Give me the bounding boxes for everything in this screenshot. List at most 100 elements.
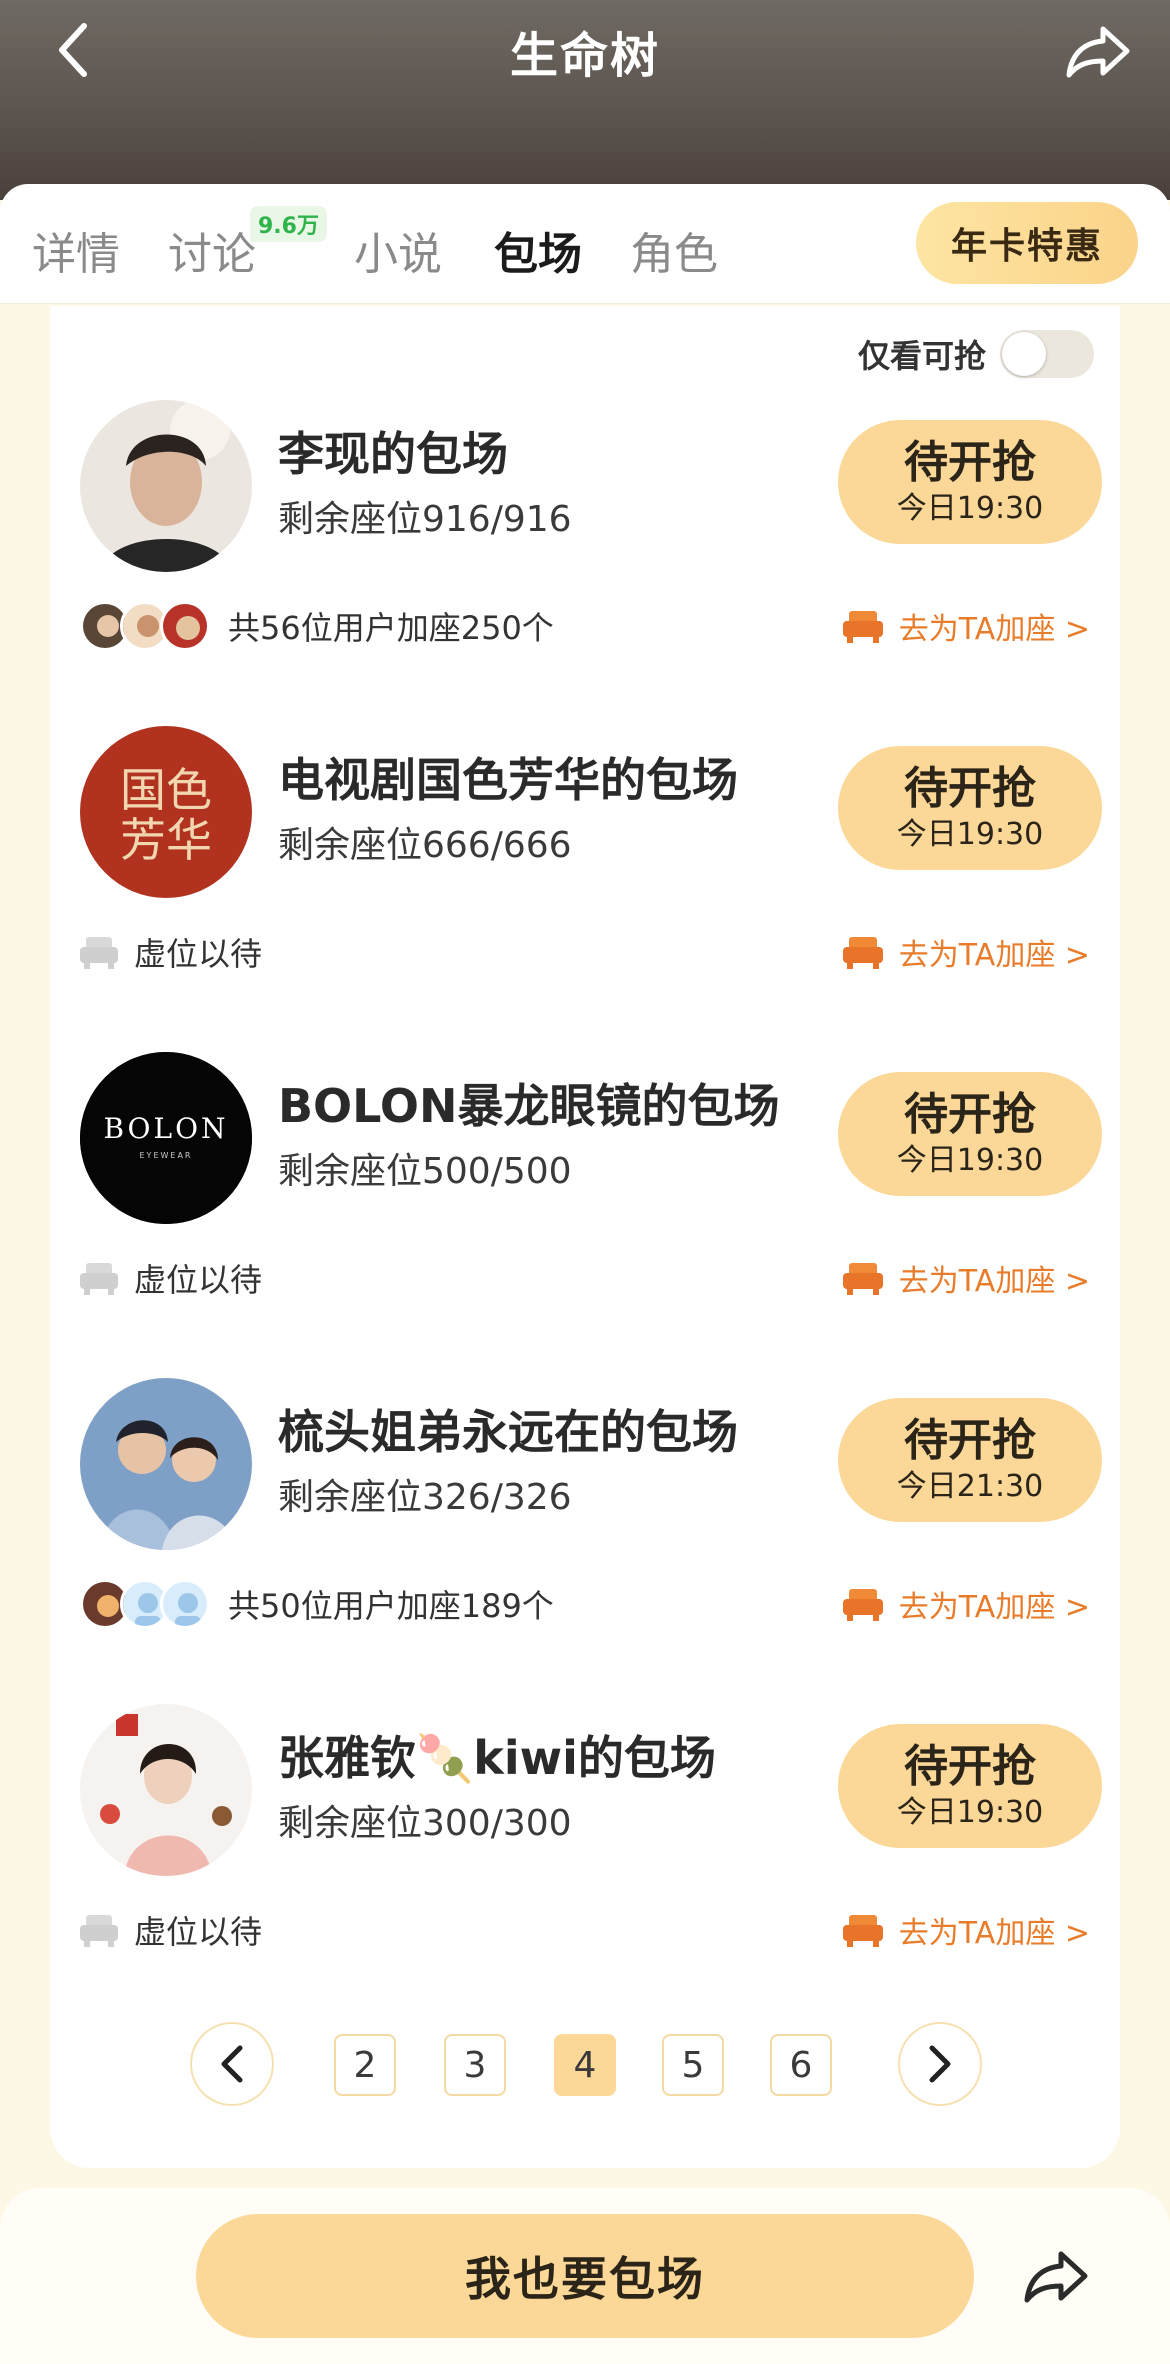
bolon-logo-sub: EYEWEAR	[140, 1151, 193, 1160]
empty-seats-row: 虚位以待	[80, 1248, 262, 1308]
booking-item: BOLON EYEWEAR BOLON暴龙眼镜的包场 剩余座位500/500 待…	[50, 1052, 1120, 1378]
tab-novel[interactable]: 小说	[354, 218, 442, 282]
booking-item: 梳头姐弟永远在的包场 剩余座位326/326 待开抢 今日21:30 共50位用…	[50, 1378, 1120, 1704]
empty-seat-icon	[80, 1261, 118, 1295]
tab-details[interactable]: 详情	[32, 218, 120, 282]
joined-users-text: 共50位用户加座189个	[228, 1587, 554, 1625]
booking-name: 电视剧国色芳华的包场	[278, 753, 738, 807]
svg-text:国色: 国色	[120, 763, 212, 817]
chevron-right-icon	[929, 2045, 951, 2083]
grab-label: 待开抢	[904, 437, 1036, 488]
annual-card-deal-button[interactable]: 年卡特惠	[916, 202, 1138, 284]
page-5[interactable]: 5	[662, 2034, 724, 2096]
booking-name: BOLON暴龙眼镜的包场	[278, 1079, 780, 1133]
filter-label: 仅看可抢	[857, 337, 986, 375]
user-avatars	[80, 601, 210, 651]
tab-roles[interactable]: 角色	[630, 218, 718, 282]
page-6[interactable]: 6	[770, 2034, 832, 2096]
sofa-icon	[842, 935, 883, 969]
page-3[interactable]: 3	[444, 2034, 506, 2096]
user-avatar	[160, 601, 210, 651]
avatar[interactable]: BOLON EYEWEAR	[80, 1052, 252, 1224]
grab-time: 今日19:30	[896, 491, 1044, 526]
joined-users: 共56位用户加座250个	[80, 596, 554, 656]
page-4-current[interactable]: 4	[554, 2034, 616, 2096]
empty-seats-text: 虚位以待	[134, 1913, 263, 1951]
grab-button[interactable]: 待开抢 今日19:30	[838, 1072, 1102, 1196]
empty-seats-row: 虚位以待	[80, 1900, 262, 1960]
chevron-left-icon	[221, 2045, 243, 2083]
sofa-icon	[842, 1261, 883, 1295]
add-seat-text: 去为TA加座 >	[898, 1590, 1090, 1625]
avatar[interactable]: 国色 芳华	[80, 726, 252, 898]
page-2[interactable]: 2	[334, 2034, 396, 2096]
add-seat-link[interactable]: 去为TA加座 >	[842, 1248, 1090, 1308]
tab-discussion[interactable]: 讨论	[168, 218, 256, 282]
grab-time: 今日19:30	[896, 1143, 1044, 1178]
grab-label: 待开抢	[904, 1741, 1036, 1792]
sofa-icon	[842, 1913, 883, 1947]
remaining-seats: 剩余座位666/666	[278, 825, 572, 866]
filter-toggle[interactable]	[1000, 330, 1094, 378]
bottom-bar-panel: 我也要包场	[0, 2188, 1170, 2364]
bottom-bar: 我也要包场	[0, 2188, 1170, 2364]
tab-bar: 详情 讨论 9.6万 小说 包场 角色 年卡特惠	[0, 184, 1170, 304]
svg-text:芳华: 芳华	[120, 813, 212, 867]
add-seat-link[interactable]: 去为TA加座 >	[842, 596, 1090, 656]
booking-list-card: 仅看可抢 李现的包场 剩余座位916/916 待开抢 今日19:30 共56位用…	[50, 306, 1120, 2168]
share-button[interactable]	[1062, 18, 1134, 84]
filter-available: 仅看可抢	[858, 330, 1094, 378]
next-page-button[interactable]	[898, 2022, 982, 2106]
remaining-seats: 剩余座位300/300	[278, 1803, 572, 1844]
grab-time: 今日21:30	[896, 1469, 1044, 1504]
remaining-seats: 剩余座位326/326	[278, 1477, 572, 1518]
grab-label: 待开抢	[904, 1415, 1036, 1466]
joined-users-text: 共56位用户加座250个	[228, 609, 554, 647]
joined-users: 共50位用户加座189个	[80, 1574, 554, 1634]
bolon-logo-text: BOLON	[103, 1112, 228, 1145]
booking-name: 李现的包场	[278, 427, 508, 481]
grab-button[interactable]: 待开抢 今日19:30	[838, 746, 1102, 870]
grab-label: 待开抢	[904, 1089, 1036, 1140]
add-seat-link[interactable]: 去为TA加座 >	[842, 1900, 1090, 1960]
empty-seats-text: 虚位以待	[134, 935, 263, 973]
sofa-icon	[842, 609, 883, 643]
remaining-seats: 剩余座位500/500	[278, 1151, 572, 1192]
add-seat-text: 去为TA加座 >	[898, 612, 1090, 647]
toggle-knob	[1002, 332, 1046, 376]
avatar[interactable]	[80, 400, 252, 572]
user-avatars	[80, 1579, 210, 1629]
add-seat-link[interactable]: 去为TA加座 >	[842, 922, 1090, 982]
avatar[interactable]	[80, 1704, 252, 1876]
sofa-icon	[842, 1587, 883, 1621]
share-arrow-icon	[1024, 2251, 1088, 2303]
booking-name: 梳头姐弟永远在的包场	[278, 1405, 738, 1459]
empty-seat-icon	[80, 935, 118, 969]
grab-button[interactable]: 待开抢 今日19:30	[838, 420, 1102, 544]
empty-seats-text: 虚位以待	[134, 1261, 263, 1299]
page-title: 生命树	[509, 28, 660, 84]
grab-button[interactable]: 待开抢 今日21:30	[838, 1398, 1102, 1522]
grab-label: 待开抢	[904, 763, 1036, 814]
prev-page-button[interactable]	[190, 2022, 274, 2106]
bottom-share-button[interactable]	[1018, 2238, 1094, 2314]
add-seat-text: 去为TA加座 >	[898, 1264, 1090, 1299]
add-seat-text: 去为TA加座 >	[898, 1916, 1090, 1951]
remaining-seats: 剩余座位916/916	[278, 499, 572, 540]
empty-seats-row: 虚位以待	[80, 922, 262, 982]
user-avatar	[160, 1579, 210, 1629]
pagination: 2 3 4 5 6	[50, 2022, 1120, 2112]
tab-booking[interactable]: 包场	[494, 218, 582, 282]
grab-button[interactable]: 待开抢 今日19:30	[838, 1724, 1102, 1848]
avatar[interactable]	[80, 1378, 252, 1550]
top-header: 生命树	[0, 0, 1170, 200]
add-seat-text: 去为TA加座 >	[898, 938, 1090, 973]
booking-name: 张雅钦🍡kiwi的包场	[278, 1731, 716, 1785]
booking-item: 张雅钦🍡kiwi的包场 剩余座位300/300 待开抢 今日19:30 虚位以待…	[50, 1704, 1120, 2030]
booking-item: 李现的包场 剩余座位916/916 待开抢 今日19:30 共56位用户加座25…	[50, 400, 1120, 726]
booking-item: 国色 芳华 电视剧国色芳华的包场 剩余座位666/666 待开抢 今日19:30…	[50, 726, 1120, 1052]
share-arrow-icon	[1066, 26, 1130, 78]
create-booking-button[interactable]: 我也要包场	[196, 2214, 974, 2338]
discussion-count-badge: 9.6万	[250, 206, 327, 242]
add-seat-link[interactable]: 去为TA加座 >	[842, 1574, 1090, 1634]
